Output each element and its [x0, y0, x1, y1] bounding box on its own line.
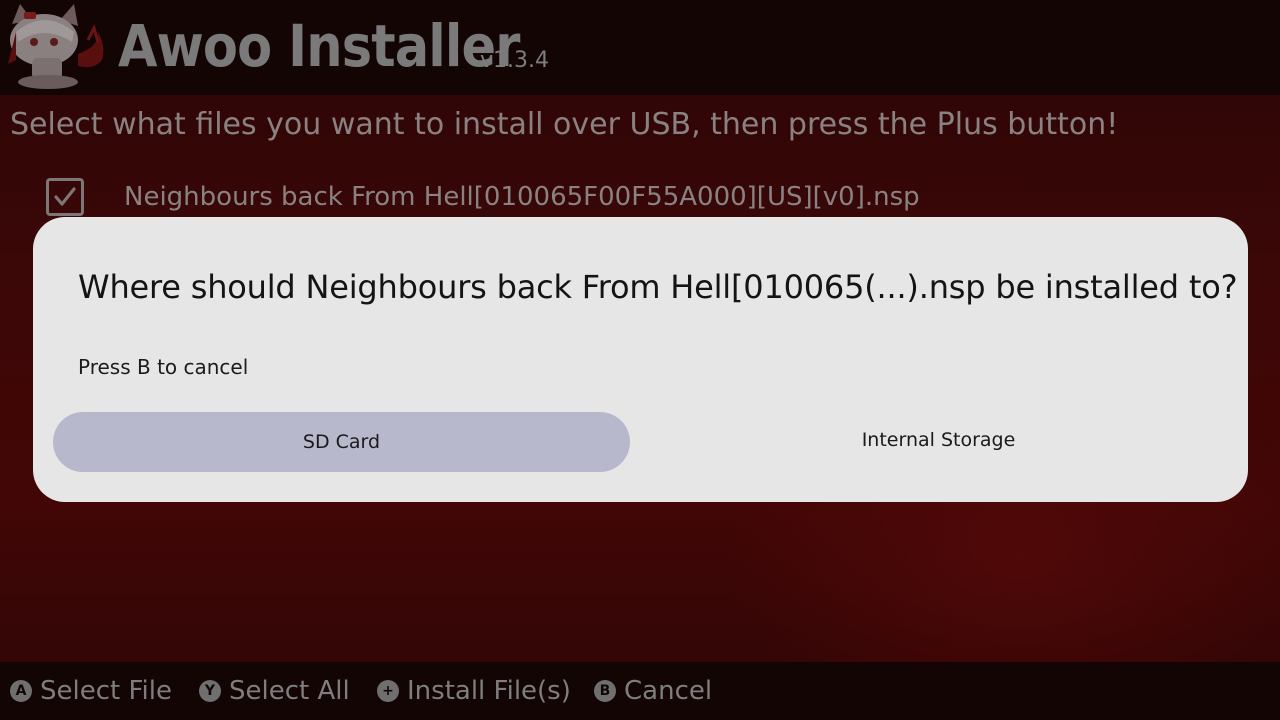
dialog-title: Where should Neighbours back From Hell[0… — [78, 268, 1238, 306]
y-button-icon: Y — [199, 680, 221, 702]
internal-storage-option[interactable]: Internal Storage — [650, 410, 1227, 470]
file-name: Neighbours back From Hell[010065F00F55A0… — [124, 182, 920, 212]
footer-cancel[interactable]: B Cancel — [594, 674, 712, 708]
footer-bar: A Select File Y Select All + Install Fil… — [0, 662, 1280, 720]
install-location-dialog: Where should Neighbours back From Hell[0… — [33, 217, 1248, 502]
instruction-text: Select what files you want to install ov… — [10, 107, 1119, 142]
footer-install-files[interactable]: + Install File(s) — [377, 674, 571, 708]
sd-card-option-label: SD Card — [302, 431, 381, 453]
footer-select-all[interactable]: Y Select All — [199, 674, 350, 708]
sd-card-option[interactable]: SD Card — [53, 412, 630, 472]
app-version: v1.3.4 — [480, 48, 549, 73]
wolf-girl-mascot-icon — [2, 2, 110, 92]
footer-select-file-label: Select File — [40, 676, 172, 706]
header-bar: Awoo Installer v1.3.4 — [0, 0, 1280, 95]
checkmark-icon — [54, 187, 76, 206]
internal-storage-option-label: Internal Storage — [861, 429, 1016, 451]
b-button-icon: B — [594, 680, 616, 702]
footer-select-file[interactable]: A Select File — [10, 674, 172, 708]
installer-screen: Awoo Installer v1.3.4 Select what files … — [0, 0, 1280, 720]
footer-install-files-label: Install File(s) — [407, 676, 571, 706]
app-title: Awoo Installer — [118, 12, 520, 80]
file-list-item[interactable]: Neighbours back From Hell[010065F00F55A0… — [46, 176, 1236, 220]
footer-cancel-label: Cancel — [624, 676, 713, 706]
a-button-icon: A — [10, 680, 32, 702]
footer-select-all-label: Select All — [229, 676, 350, 706]
dialog-subtitle: Press B to cancel — [78, 355, 249, 379]
file-checkbox[interactable] — [46, 178, 84, 216]
plus-button-icon: + — [377, 680, 399, 702]
